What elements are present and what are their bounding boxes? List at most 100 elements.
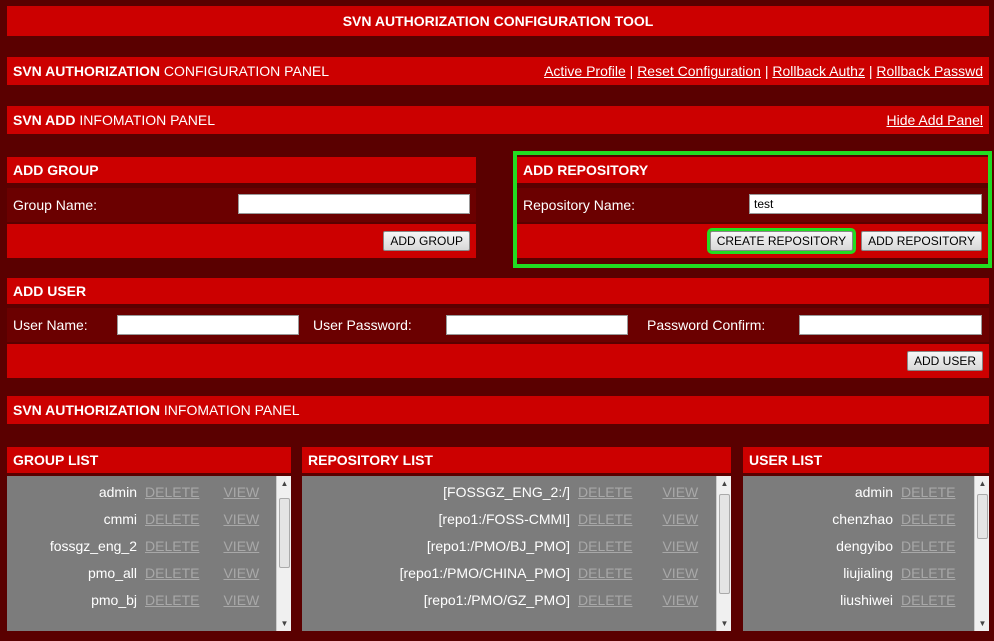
list-item-name: liushiwei (840, 591, 893, 608)
delete-link[interactable]: DELETE (901, 484, 955, 500)
view-link[interactable]: VIEW (223, 484, 259, 500)
password-confirm-label: Password Confirm: (647, 317, 766, 333)
repository-list-scrollbar[interactable]: ▲ ▼ (716, 476, 731, 631)
list-item: [FOSSGZ_ENG_2:/] DELETE VIEW (302, 478, 731, 505)
reset-configuration-link[interactable]: Reset Configuration (637, 63, 761, 79)
add-user-actions: ADD USER (7, 344, 989, 378)
active-profile-link[interactable]: Active Profile (544, 63, 626, 79)
repository-name-label: Repository Name: (523, 197, 636, 213)
config-links: Active Profile | Reset Configuration | R… (544, 63, 983, 79)
user-password-label: User Password: (313, 317, 412, 333)
list-item: pmo_all DELETE VIEW (7, 559, 291, 586)
delete-link[interactable]: DELETE (901, 565, 955, 581)
create-repository-button[interactable]: CREATE REPOSITORY (706, 228, 857, 254)
delete-link[interactable]: DELETE (901, 592, 955, 608)
delete-link[interactable]: DELETE (145, 484, 199, 500)
list-item: fossgz_eng_2 DELETE VIEW (7, 532, 291, 559)
view-link[interactable]: VIEW (662, 484, 698, 500)
view-link[interactable]: VIEW (662, 592, 698, 608)
rollback-passwd-link[interactable]: Rollback Passwd (876, 63, 983, 79)
view-link[interactable]: VIEW (223, 511, 259, 527)
list-item: [repo1:/PMO/BJ_PMO] DELETE VIEW (302, 532, 731, 559)
password-confirm-input[interactable] (799, 315, 982, 335)
list-item-name: [repo1:/PMO/GZ_PMO] (423, 591, 570, 608)
config-panel-title: SVN AUTHORIZATION CONFIGURATION PANEL (13, 63, 330, 79)
list-item: [repo1:/FOSS-CMMI] DELETE VIEW (302, 505, 731, 532)
repository-list-heading: REPOSITORY LIST (302, 447, 731, 473)
view-link[interactable]: VIEW (662, 565, 698, 581)
add-user-button[interactable]: ADD USER (906, 351, 983, 371)
scroll-up-icon[interactable]: ▲ (717, 476, 731, 491)
scroll-down-icon[interactable]: ▼ (277, 616, 291, 631)
list-item-name: dengyibo (836, 537, 893, 554)
view-link[interactable]: VIEW (223, 592, 259, 608)
add-repository-button[interactable]: ADD REPOSITORY (861, 231, 982, 251)
list-item-name: pmo_bj (91, 591, 137, 608)
repository-name-input[interactable] (749, 194, 982, 214)
view-link[interactable]: VIEW (662, 538, 698, 554)
add-repository-actions: CREATE REPOSITORY ADD REPOSITORY (517, 224, 988, 258)
delete-link[interactable]: DELETE (578, 511, 632, 527)
delete-link[interactable]: DELETE (901, 538, 955, 554)
list-item-name: fossgz_eng_2 (49, 537, 137, 554)
add-panel-title: SVN ADD INFOMATION PANEL (13, 112, 215, 128)
user-list: admin DELETE chenzhao DELETE dengyibo DELETE l… (743, 476, 989, 631)
user-password-input[interactable] (446, 315, 628, 335)
add-panel-header: SVN ADD INFOMATION PANEL Hide Add Panel (7, 106, 989, 134)
rollback-authz-link[interactable]: Rollback Authz (772, 63, 865, 79)
group-name-label: Group Name: (13, 197, 98, 213)
delete-link[interactable]: DELETE (145, 565, 199, 581)
add-user-heading: ADD USER (7, 278, 989, 304)
list-item-name: liujialing (843, 564, 893, 581)
auth-panel-header: SVN AUTHORIZATION INFOMATION PANEL (7, 396, 989, 424)
delete-link[interactable]: DELETE (145, 511, 199, 527)
config-panel-header: SVN AUTHORIZATION CONFIGURATION PANEL Ac… (7, 57, 989, 85)
delete-link[interactable]: DELETE (145, 538, 199, 554)
list-item: admin DELETE (743, 478, 989, 505)
list-item: chenzhao DELETE (743, 505, 989, 532)
user-list-heading: USER LIST (743, 447, 989, 473)
add-group-actions: ADD GROUP (7, 224, 476, 258)
scroll-up-icon[interactable]: ▲ (277, 476, 291, 491)
app-title: SVN AUTHORIZATION CONFIGURATION TOOL (7, 6, 989, 36)
add-group-heading: ADD GROUP (7, 157, 476, 183)
list-item: dengyibo DELETE (743, 532, 989, 559)
view-link[interactable]: VIEW (223, 538, 259, 554)
list-item: [repo1:/PMO/CHINA_PMO] DELETE VIEW (302, 559, 731, 586)
user-name-label: User Name: (13, 317, 88, 333)
scroll-thumb[interactable] (719, 494, 730, 594)
group-name-input[interactable] (238, 194, 470, 214)
delete-link[interactable]: DELETE (578, 538, 632, 554)
add-repository-heading: ADD REPOSITORY (517, 157, 988, 183)
group-list-heading: GROUP LIST (7, 447, 291, 473)
delete-link[interactable]: DELETE (578, 484, 632, 500)
list-item-name: cmmi (103, 510, 137, 527)
scroll-thumb[interactable] (279, 498, 290, 568)
list-item: cmmi DELETE VIEW (7, 505, 291, 532)
view-link[interactable]: VIEW (223, 565, 259, 581)
auth-panel-title: SVN AUTHORIZATION INFOMATION PANEL (13, 402, 300, 418)
list-item-name: admin (98, 483, 137, 500)
scroll-up-icon[interactable]: ▲ (975, 476, 989, 491)
scroll-thumb[interactable] (977, 494, 988, 539)
user-list-scrollbar[interactable]: ▲ ▼ (974, 476, 989, 631)
list-item-name: pmo_all (87, 564, 137, 581)
add-group-button[interactable]: ADD GROUP (383, 231, 470, 251)
list-item-name: [repo1:/PMO/CHINA_PMO] (399, 564, 570, 581)
list-item: liushiwei DELETE (743, 586, 989, 613)
delete-link[interactable]: DELETE (901, 511, 955, 527)
list-item: [repo1:/PMO/GZ_PMO] DELETE VIEW (302, 586, 731, 613)
list-item-name: [repo1:/PMO/BJ_PMO] (426, 537, 570, 554)
delete-link[interactable]: DELETE (578, 592, 632, 608)
list-item-name: chenzhao (832, 510, 893, 527)
scroll-down-icon[interactable]: ▼ (975, 616, 989, 631)
group-list: admin DELETE VIEW cmmi DELETE VIEW fossgz_eng_… (7, 476, 291, 631)
list-item-name: [FOSSGZ_ENG_2:/] (443, 483, 570, 500)
group-list-scrollbar[interactable]: ▲ ▼ (276, 476, 291, 631)
view-link[interactable]: VIEW (662, 511, 698, 527)
hide-add-panel-link[interactable]: Hide Add Panel (886, 112, 983, 128)
scroll-down-icon[interactable]: ▼ (717, 616, 731, 631)
delete-link[interactable]: DELETE (145, 592, 199, 608)
delete-link[interactable]: DELETE (578, 565, 632, 581)
user-name-input[interactable] (117, 315, 299, 335)
